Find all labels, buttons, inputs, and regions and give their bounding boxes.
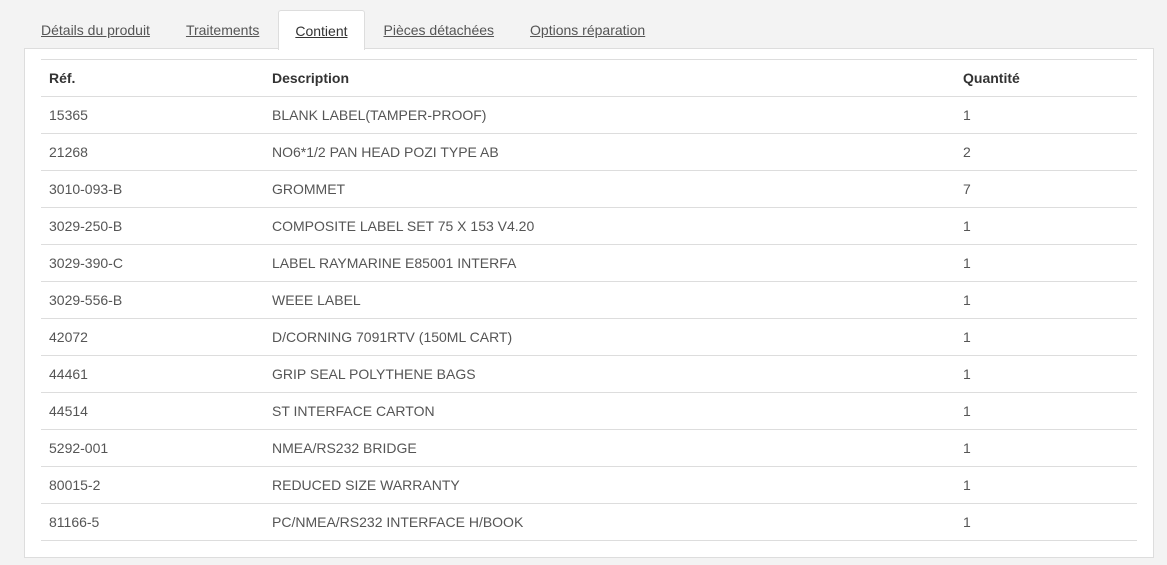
column-header-quantity: Quantité — [955, 59, 1137, 97]
contents-table: Réf. Description Quantité 15365 BLANK LAB… — [41, 59, 1137, 541]
tab-product-details[interactable]: Détails du produit — [24, 10, 167, 49]
table-row: 5292-001 NMEA/RS232 BRIDGE 1 — [41, 429, 1137, 467]
table-header-row: Réf. Description Quantité — [41, 59, 1137, 97]
cell-ref: 21268 — [41, 133, 264, 171]
cell-ref: 3029-556-B — [41, 281, 264, 319]
cell-description: D/CORNING 7091RTV (150ML CART) — [264, 318, 955, 356]
cell-ref: 44461 — [41, 355, 264, 393]
cell-description: NMEA/RS232 BRIDGE — [264, 429, 955, 467]
column-header-ref: Réf. — [41, 59, 264, 97]
cell-ref: 5292-001 — [41, 429, 264, 467]
table-row: 80015-2 REDUCED SIZE WARRANTY 1 — [41, 466, 1137, 504]
table-row: 3029-390-C LABEL RAYMARINE E85001 INTERFA… — [41, 244, 1137, 282]
cell-quantity: 1 — [955, 355, 1137, 393]
cell-ref: 81166-5 — [41, 503, 264, 541]
cell-quantity: 1 — [955, 503, 1137, 541]
cell-description: GROMMET — [264, 170, 955, 208]
cell-ref: 44514 — [41, 392, 264, 430]
cell-description: WEEE LABEL — [264, 281, 955, 319]
cell-description: GRIP SEAL POLYTHENE BAGS — [264, 355, 955, 393]
cell-quantity: 1 — [955, 207, 1137, 245]
cell-ref: 80015-2 — [41, 466, 264, 504]
product-tabs-container: Détails du produit Traitements Contient … — [24, 9, 1154, 558]
cell-quantity: 1 — [955, 96, 1137, 134]
table-row: 44514 ST INTERFACE CARTON 1 — [41, 392, 1137, 430]
cell-ref: 15365 — [41, 96, 264, 134]
column-header-description: Description — [264, 59, 955, 97]
table-row: 21268 NO6*1/2 PAN HEAD POZI TYPE AB 2 — [41, 133, 1137, 171]
cell-quantity: 1 — [955, 466, 1137, 504]
table-row: 81166-5 PC/NMEA/RS232 INTERFACE H/BOOK 1 — [41, 503, 1137, 541]
tab-treatments[interactable]: Traitements — [169, 10, 276, 49]
tab-panel-contains: Réf. Description Quantité 15365 BLANK LAB… — [24, 48, 1154, 558]
tab-contains[interactable]: Contient — [278, 10, 365, 50]
cell-ref: 3029-250-B — [41, 207, 264, 245]
cell-description: LABEL RAYMARINE E85001 INTERFA — [264, 244, 955, 282]
cell-quantity: 2 — [955, 133, 1137, 171]
tab-bar: Détails du produit Traitements Contient … — [24, 9, 1154, 50]
cell-ref: 3029-390-C — [41, 244, 264, 282]
table-body: 15365 BLANK LABEL(TAMPER-PROOF) 1 21268 NO6*… — [41, 96, 1137, 541]
cell-ref: 3010-093-B — [41, 170, 264, 208]
cell-ref: 42072 — [41, 318, 264, 356]
table-row: 3029-250-B COMPOSITE LABEL SET 75 X 153 V… — [41, 207, 1137, 245]
cell-quantity: 1 — [955, 244, 1137, 282]
table-row: 44461 GRIP SEAL POLYTHENE BAGS 1 — [41, 355, 1137, 393]
table-row: 3029-556-B WEEE LABEL 1 — [41, 281, 1137, 319]
cell-quantity: 1 — [955, 281, 1137, 319]
cell-quantity: 1 — [955, 429, 1137, 467]
cell-description: ST INTERFACE CARTON — [264, 392, 955, 430]
table-row: 42072 D/CORNING 7091RTV (150ML CART) 1 — [41, 318, 1137, 356]
cell-description: REDUCED SIZE WARRANTY — [264, 466, 955, 504]
cell-description: BLANK LABEL(TAMPER-PROOF) — [264, 96, 955, 134]
cell-quantity: 7 — [955, 170, 1137, 208]
cell-description: NO6*1/2 PAN HEAD POZI TYPE AB — [264, 133, 955, 171]
table-row: 15365 BLANK LABEL(TAMPER-PROOF) 1 — [41, 96, 1137, 134]
cell-quantity: 1 — [955, 318, 1137, 356]
tab-spare-parts[interactable]: Pièces détachées — [367, 10, 512, 49]
cell-quantity: 1 — [955, 392, 1137, 430]
table-row: 3010-093-B GROMMET 7 — [41, 170, 1137, 208]
cell-description: PC/NMEA/RS232 INTERFACE H/BOOK — [264, 503, 955, 541]
tab-repair-options[interactable]: Options réparation — [513, 10, 662, 49]
cell-description: COMPOSITE LABEL SET 75 X 153 V4.20 — [264, 207, 955, 245]
